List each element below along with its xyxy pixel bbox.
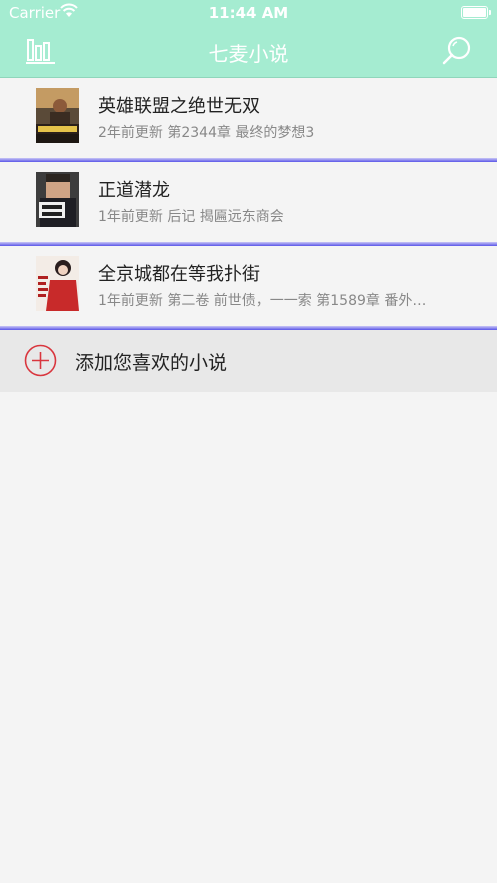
top-bar: Carrier 11:44 AM 七麦小说 xyxy=(0,0,497,78)
book-row[interactable]: 全京城都在等我扑街 1年前更新 第二卷 前世债，一一索 第1589章 番外：..… xyxy=(0,246,497,330)
book-title: 英雄联盟之绝世无双 xyxy=(98,96,260,117)
status-bar: Carrier 11:44 AM xyxy=(0,0,497,26)
book-cover xyxy=(36,172,79,227)
book-update-info: 1年前更新 第二卷 前世债，一一索 第1589章 番外：... xyxy=(98,293,428,309)
status-time: 11:44 AM xyxy=(208,4,289,22)
book-row[interactable]: 正道潜龙 1年前更新 后记 揭匾远东商会 xyxy=(0,162,497,246)
add-circle-icon xyxy=(24,344,57,377)
battery-icon xyxy=(461,6,491,19)
book-title: 正道潜龙 xyxy=(98,180,170,201)
book-title: 全京城都在等我扑街 xyxy=(98,264,260,285)
navbar: 七麦小说 xyxy=(0,26,497,76)
book-update-info: 2年前更新 第2344章 最终的梦想3 xyxy=(98,125,315,141)
search-icon[interactable] xyxy=(442,36,472,66)
book-update-info: 1年前更新 后记 揭匾远东商会 xyxy=(98,209,284,225)
add-novel-row[interactable]: 添加您喜欢的小说 xyxy=(0,330,497,392)
page-title: 七麦小说 xyxy=(208,42,289,66)
add-novel-label: 添加您喜欢的小说 xyxy=(75,352,228,374)
book-row[interactable]: 英雄联盟之绝世无双 2年前更新 第2344章 最终的梦想3 xyxy=(0,78,497,162)
book-list: 英雄联盟之绝世无双 2年前更新 第2344章 最终的梦想3 正道潜龙 1年前更新… xyxy=(0,78,497,392)
book-cover xyxy=(36,88,79,143)
book-cover xyxy=(36,256,79,311)
